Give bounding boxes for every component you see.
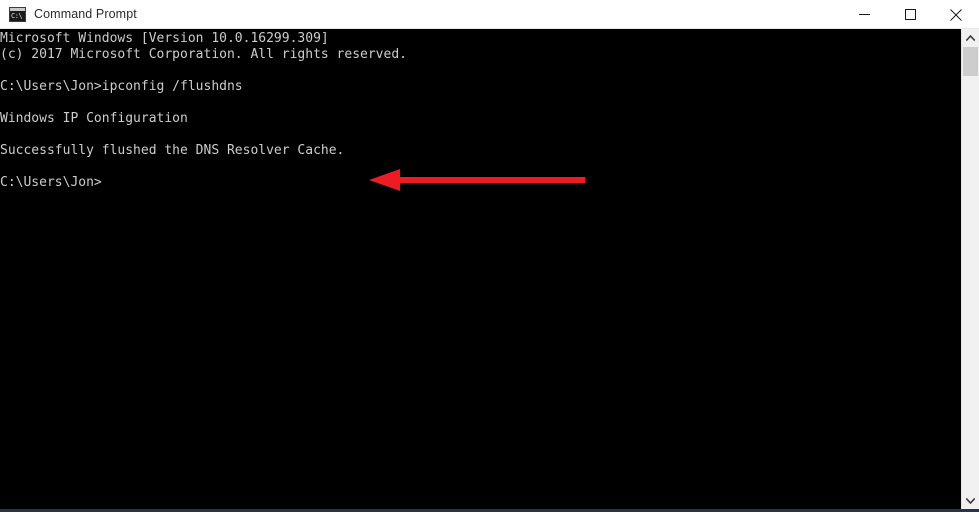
close-button[interactable] — [933, 0, 979, 29]
minimize-icon — [858, 14, 870, 15]
console-output-area[interactable]: Microsoft Windows [Version 10.0.16299.30… — [0, 29, 961, 509]
window-controls — [841, 0, 979, 29]
scrollbar-thumb[interactable] — [963, 47, 978, 76]
maximize-icon — [904, 9, 916, 20]
scroll-up-button[interactable] — [962, 29, 979, 46]
command-prompt-icon: C:\ — [9, 7, 26, 22]
scroll-down-button[interactable] — [962, 492, 979, 509]
close-icon — [950, 8, 962, 21]
command-prompt-window: C:\ Command Prompt Microsoft Windows [Ve… — [0, 0, 979, 512]
scroll-down-icon — [966, 497, 975, 504]
minimize-button[interactable] — [841, 0, 887, 29]
scroll-up-icon — [966, 34, 975, 41]
console-text: Microsoft Windows [Version 10.0.16299.30… — [0, 31, 407, 190]
vertical-scrollbar[interactable] — [961, 29, 979, 509]
title-bar[interactable]: C:\ Command Prompt — [0, 0, 979, 29]
window-title: Command Prompt — [34, 7, 137, 21]
maximize-button[interactable] — [887, 0, 933, 29]
icon-prompt-glyph: C:\ — [11, 12, 23, 20]
